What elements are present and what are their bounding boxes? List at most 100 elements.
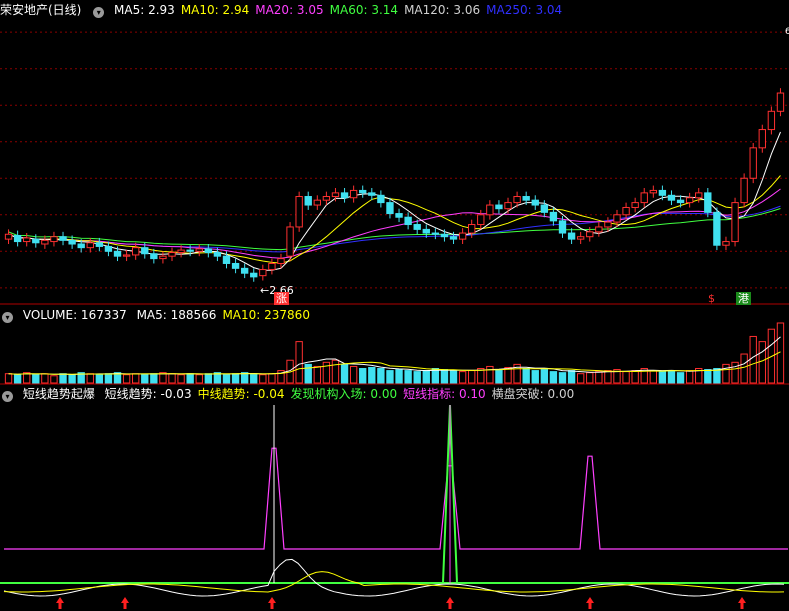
legend-item: 短线趋势: -0.03 — [104, 387, 192, 401]
volume-bar — [586, 372, 594, 384]
settings-circle-icon[interactable]: ▾ — [93, 7, 105, 18]
ma250-line — [8, 205, 781, 253]
volume-panel[interactable]: ▾ VOLUME: 167337 MA5: 188566 MA10: 237860 — [0, 305, 789, 385]
candle-body — [676, 199, 685, 204]
candle-body — [23, 237, 31, 243]
volume-bar — [122, 374, 131, 384]
volume-bar — [595, 371, 603, 384]
candle-body — [658, 189, 667, 196]
candle-body — [431, 232, 440, 235]
mid-term-trend-line — [3, 571, 785, 593]
legend-item: 中线趋势: -0.04 — [197, 387, 285, 401]
signal-tag-zhang[interactable]: 涨 — [274, 292, 289, 305]
candle-body — [222, 255, 231, 264]
candle-body — [331, 192, 340, 198]
volume-bar — [50, 375, 58, 384]
volume-bar — [722, 363, 730, 384]
legend-item: MA10: 237860 — [222, 308, 310, 322]
volume-bar — [468, 370, 476, 384]
candle-body — [304, 196, 312, 206]
buy-signal-arrow-icon — [268, 597, 276, 609]
volume-bar — [604, 370, 612, 384]
candle-body — [477, 214, 485, 226]
volume-bar — [268, 373, 276, 384]
legend-item: 发现机构入场: 0.00 — [290, 387, 398, 401]
settings-circle-icon[interactable]: ▾ — [2, 391, 13, 402]
candle-body — [340, 192, 349, 199]
candle-body — [13, 234, 22, 243]
buy-signal-arrow-icon — [586, 597, 594, 609]
volume-bar — [404, 370, 412, 384]
candle-body — [322, 196, 331, 201]
volume-bar — [549, 371, 558, 384]
candle-body — [32, 238, 40, 244]
legend-item: 短线指标: 0.10 — [403, 387, 486, 401]
volume-bar — [186, 373, 194, 384]
volume-bar — [231, 373, 240, 384]
buy-signal-arrow-icon — [121, 597, 129, 609]
volume-bar — [4, 373, 13, 384]
candle-body — [386, 202, 394, 215]
candle-body — [513, 196, 521, 204]
candle-body — [186, 249, 194, 252]
candle-body — [349, 189, 358, 199]
volume-bar — [740, 353, 748, 384]
volume-bar — [522, 368, 530, 384]
settings-circle-icon[interactable]: ▾ — [2, 312, 13, 323]
volume-bar — [704, 369, 712, 384]
volume-bar — [631, 370, 639, 384]
volume-bar — [86, 373, 94, 384]
candle-body — [740, 177, 748, 204]
candle-body — [168, 252, 176, 257]
signal-tag-s[interactable]: $ — [706, 292, 717, 305]
candle-body — [277, 258, 285, 264]
candle-body — [649, 189, 657, 194]
volume-bar — [567, 370, 576, 384]
candle-body — [540, 204, 549, 213]
volume-bar — [540, 369, 549, 384]
volume-bar — [331, 359, 340, 384]
candle-body — [695, 192, 703, 199]
candle-body — [231, 262, 240, 269]
volume-bar — [295, 341, 303, 384]
volume-ma-items: MA5: 188566 MA10: 237860 — [137, 308, 316, 322]
buy-signal-arrow-icon — [446, 597, 454, 609]
candle-body — [286, 226, 294, 257]
volume-bar — [304, 363, 312, 384]
candle-body — [640, 192, 648, 204]
price-panel[interactable]: 荣安地产(日线) ▾ MA5: 2.93 MA10: 2.94 MA20: 3.05… — [0, 0, 789, 305]
volume-bar — [422, 370, 430, 384]
candle-body — [41, 239, 49, 245]
legend-item: MA250: 3.04 — [486, 3, 563, 17]
candle-body — [595, 226, 603, 233]
candle-body — [586, 231, 594, 238]
candle-body — [377, 194, 385, 204]
volume-bar — [68, 374, 76, 384]
legend-item: 横盘突破: 0.00 — [491, 387, 575, 401]
indicator-chart[interactable] — [0, 385, 789, 611]
volume-bar — [195, 374, 203, 384]
indicator-panel[interactable]: ▾ 短线趋势起爆 短线趋势: -0.03 中线趋势: -0.04 发现机构入场: 0… — [0, 385, 789, 611]
candle-body — [77, 243, 85, 249]
volume-bar — [440, 369, 449, 384]
volume-bar — [368, 366, 376, 384]
volume-bar — [531, 370, 539, 384]
volume-bar — [95, 374, 104, 384]
candle-body — [731, 202, 739, 243]
volume-bar — [32, 374, 40, 384]
candle-body — [531, 199, 539, 206]
top-price-label: 6 — [785, 27, 789, 37]
candle-body — [422, 228, 430, 234]
candle-body — [576, 236, 585, 240]
candle-body — [132, 247, 140, 256]
candle-body — [604, 221, 612, 228]
candle-body — [413, 224, 421, 230]
price-chart[interactable] — [0, 0, 789, 305]
volume-bar — [658, 371, 667, 384]
price-ma-items: MA5: 2.93 MA10: 2.94 MA20: 3.05 MA60: 3.14 M… — [114, 3, 568, 17]
candle-body — [240, 267, 249, 274]
stock-title[interactable]: 荣安地产(日线) — [0, 3, 81, 17]
signal-tag-gang[interactable]: 港 — [736, 292, 751, 305]
volume-ma10-line — [8, 351, 781, 375]
volume-bar — [685, 370, 694, 384]
